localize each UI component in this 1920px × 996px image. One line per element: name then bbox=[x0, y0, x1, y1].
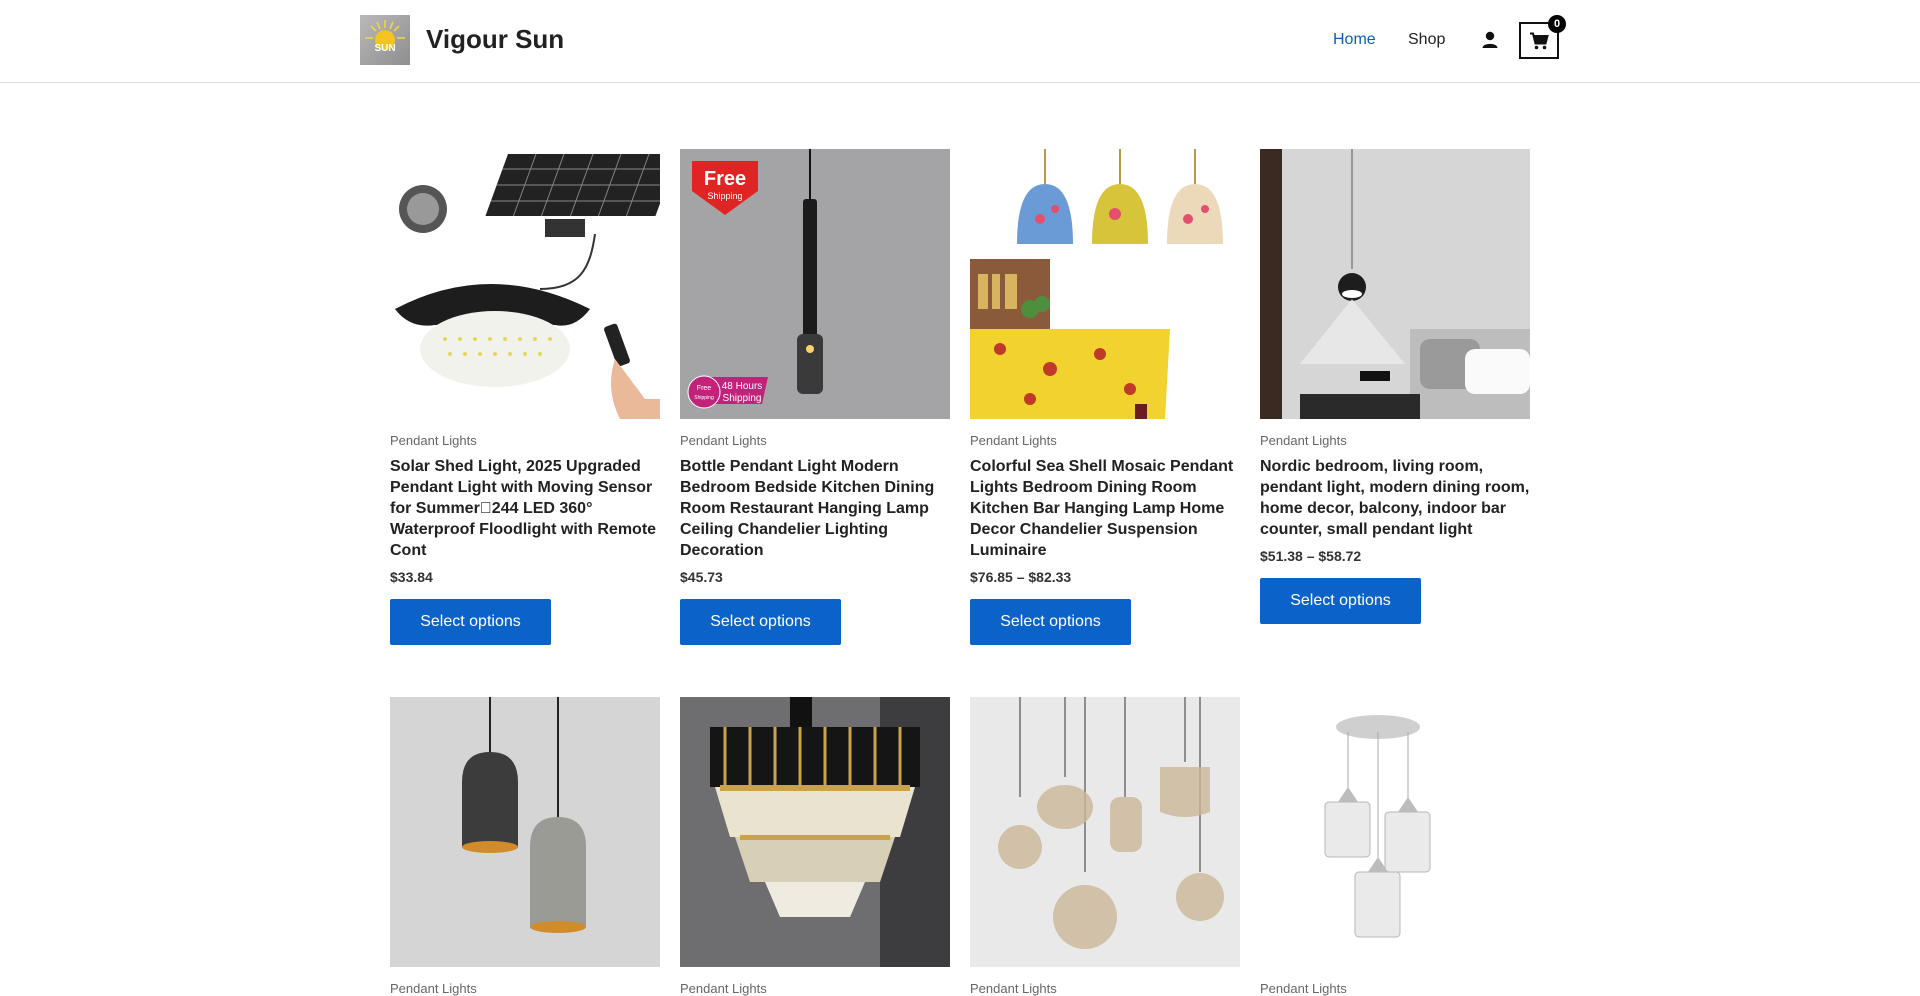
product-category[interactable]: Pendant Lights bbox=[970, 433, 1240, 448]
product-category[interactable]: Pendant Lights bbox=[390, 433, 660, 448]
product-price: $51.38 – $58.72 bbox=[1260, 548, 1362, 564]
product-title[interactable]: Colorful Sea Shell Mosaic Pendant Lights… bbox=[970, 456, 1240, 561]
nav-shop-link[interactable]: Shop bbox=[1408, 31, 1445, 49]
product-category[interactable]: Pendant Lights bbox=[390, 981, 660, 996]
product-card[interactable]: Pendant Lights bbox=[680, 697, 950, 996]
select-options-button[interactable]: Select options bbox=[390, 599, 551, 645]
select-options-button[interactable]: Select options bbox=[970, 599, 1131, 645]
svg-text:Shipping: Shipping bbox=[694, 395, 714, 401]
product-image[interactable] bbox=[970, 697, 1240, 967]
product-image[interactable]: Free Shipping Free Shipping 48 Hours Shi… bbox=[680, 149, 950, 419]
product-category[interactable]: Pendant Lights bbox=[680, 433, 950, 448]
product-price: $45.73 bbox=[680, 569, 723, 585]
product-image[interactable] bbox=[390, 149, 660, 419]
product-image[interactable] bbox=[1260, 149, 1530, 419]
product-title[interactable]: Nordic bedroom, living room, pendant lig… bbox=[1260, 456, 1530, 540]
product-card[interactable]: Pendant Lights bbox=[390, 697, 660, 996]
product-category[interactable]: Pendant Lights bbox=[970, 981, 1240, 996]
svg-text:48 Hours: 48 Hours bbox=[722, 381, 763, 392]
svg-text:Shipping: Shipping bbox=[723, 393, 762, 404]
account-icon[interactable] bbox=[1480, 30, 1500, 50]
product-image[interactable] bbox=[1260, 697, 1530, 967]
product-image[interactable] bbox=[970, 149, 1240, 419]
product-title[interactable]: Solar Shed Light, 2025 Upgraded Pendant … bbox=[390, 456, 660, 561]
product-category[interactable]: Pendant Lights bbox=[1260, 981, 1530, 996]
site-header: SUN Vigour Sun Home Shop 0 bbox=[0, 0, 1920, 83]
product-image[interactable] bbox=[680, 697, 950, 967]
cart-count-badge: 0 bbox=[1548, 15, 1566, 33]
product-price: $33.84 bbox=[390, 569, 433, 585]
select-options-button[interactable]: Select options bbox=[1260, 578, 1421, 624]
select-options-button[interactable]: Select options bbox=[680, 599, 841, 645]
product-card[interactable]: Pendant Lights Colorful Sea Shell Mosaic… bbox=[970, 149, 1240, 645]
site-title[interactable]: Vigour Sun bbox=[426, 24, 564, 55]
svg-text:Free: Free bbox=[704, 168, 746, 190]
product-title[interactable]: Bottle Pendant Light Modern Bedroom Beds… bbox=[680, 456, 950, 561]
product-card[interactable]: Pendant Lights bbox=[970, 697, 1240, 996]
product-card[interactable]: Pendant Lights bbox=[1260, 697, 1530, 996]
sun-logo-icon: SUN bbox=[365, 20, 405, 54]
svg-text:Shipping: Shipping bbox=[707, 191, 742, 201]
svg-text:Free: Free bbox=[697, 385, 712, 392]
product-category[interactable]: Pendant Lights bbox=[1260, 433, 1530, 448]
product-card[interactable]: Free Shipping Free Shipping 48 Hours Shi… bbox=[680, 149, 950, 645]
cart-icon bbox=[1530, 32, 1549, 49]
product-card[interactable]: Pendant Lights Nordic bedroom, living ro… bbox=[1260, 149, 1530, 624]
product-card[interactable]: Pendant Lights Solar Shed Light, 2025 Up… bbox=[390, 149, 660, 645]
product-category[interactable]: Pendant Lights bbox=[680, 981, 950, 996]
svg-text:SUN: SUN bbox=[374, 43, 395, 54]
product-image[interactable] bbox=[390, 697, 660, 967]
site-logo[interactable]: SUN bbox=[360, 15, 410, 65]
product-price: $76.85 – $82.33 bbox=[970, 569, 1072, 585]
nav-home-link[interactable]: Home bbox=[1333, 31, 1376, 49]
cart-button[interactable]: 0 bbox=[1519, 15, 1566, 59]
